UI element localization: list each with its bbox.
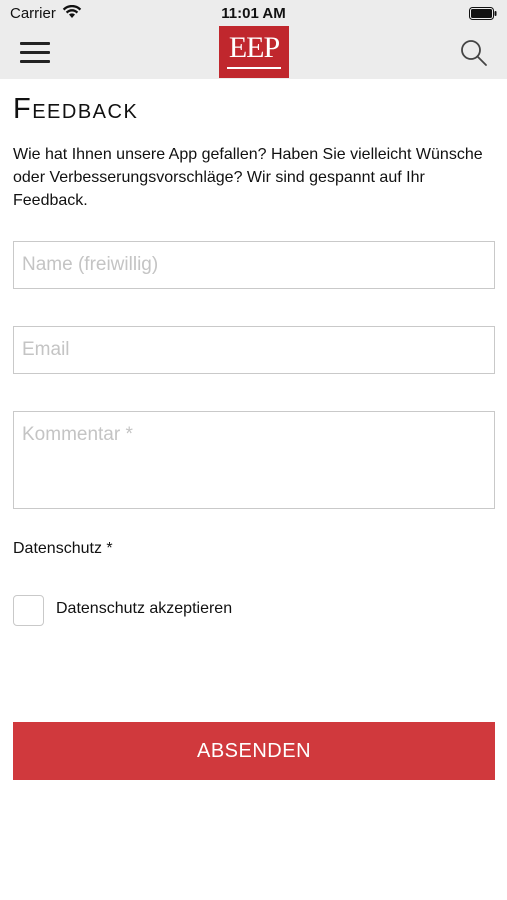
email-input[interactable]: [13, 326, 495, 374]
search-button[interactable]: [459, 38, 489, 68]
battery-icon: [469, 7, 497, 20]
menu-button[interactable]: [20, 40, 52, 66]
navigation-bar: EEP: [0, 26, 507, 79]
logo-text: EEP: [228, 31, 280, 64]
privacy-checkbox-label[interactable]: Datenschutz akzeptieren: [56, 600, 232, 618]
hamburger-icon: [20, 51, 50, 54]
status-bar: Carrier 11:01 AM: [0, 0, 507, 26]
search-icon: [461, 40, 487, 66]
page-title: Feedback: [13, 93, 139, 125]
brand-logo[interactable]: EEP: [219, 26, 289, 78]
submit-button[interactable]: ABSENDEN: [13, 722, 495, 780]
hamburger-icon: [20, 60, 50, 63]
intro-text: Wie hat Ihnen unsere App gefallen? Haben…: [13, 146, 483, 209]
logo-underline: [227, 67, 281, 69]
privacy-label: Datenschutz *: [13, 540, 113, 557]
clock-label: 11:01 AM: [221, 5, 286, 22]
comment-input[interactable]: [13, 411, 495, 509]
name-input[interactable]: [13, 241, 495, 289]
hamburger-icon: [20, 42, 50, 45]
privacy-checkbox[interactable]: [13, 595, 44, 626]
